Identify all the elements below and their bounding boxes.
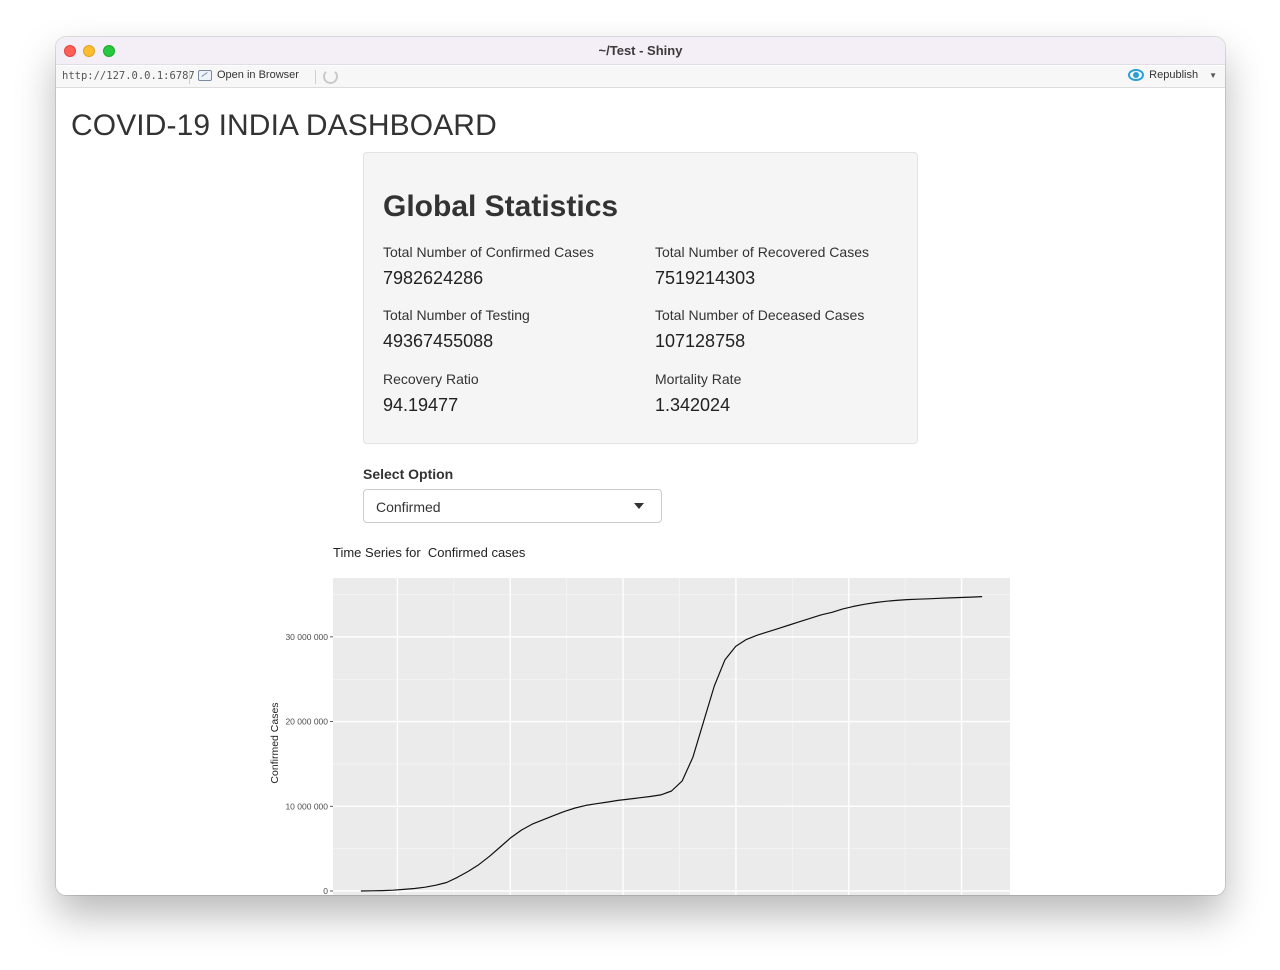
y-tick-label: 20 000 000 bbox=[285, 717, 328, 727]
time-series-chart: 0 10 000 000 20 000 000 30 000 000 Confirmed… bbox=[269, 578, 1010, 895]
open-in-browser-label: Open in Browser bbox=[217, 69, 299, 81]
refresh-icon[interactable] bbox=[323, 69, 338, 84]
y-axis-label: Confirmed Cases bbox=[269, 702, 281, 783]
republish-button[interactable]: Republish ▼ bbox=[1128, 69, 1217, 81]
title-bar: ~/Test - Shiny bbox=[56, 37, 1225, 65]
toolbar-divider bbox=[315, 70, 316, 84]
window-title: ~/Test - Shiny bbox=[598, 43, 683, 58]
y-tick-label: 10 000 000 bbox=[285, 801, 328, 811]
open-in-browser-button[interactable]: Open in Browser bbox=[198, 69, 299, 81]
toolbar-divider bbox=[189, 70, 190, 84]
plot-panel bbox=[333, 578, 1010, 895]
y-tick-label: 30 000 000 bbox=[285, 632, 328, 642]
chevron-down-icon[interactable]: ▼ bbox=[1209, 71, 1217, 80]
publish-icon bbox=[1128, 69, 1145, 81]
y-tick-label: 0 bbox=[323, 886, 328, 895]
republish-label: Republish bbox=[1149, 69, 1199, 81]
url-text[interactable]: http://127.0.0.1:6787 bbox=[62, 70, 195, 82]
open-browser-icon bbox=[198, 69, 212, 81]
viewer-toolbar: http://127.0.0.1:6787 Open in Browser Re… bbox=[56, 66, 1225, 88]
app-window: ~/Test - Shiny http://127.0.0.1:6787 Ope… bbox=[56, 37, 1225, 895]
app-content: COVID-19 INDIA DASHBOARD Global Statisti… bbox=[56, 89, 1225, 895]
